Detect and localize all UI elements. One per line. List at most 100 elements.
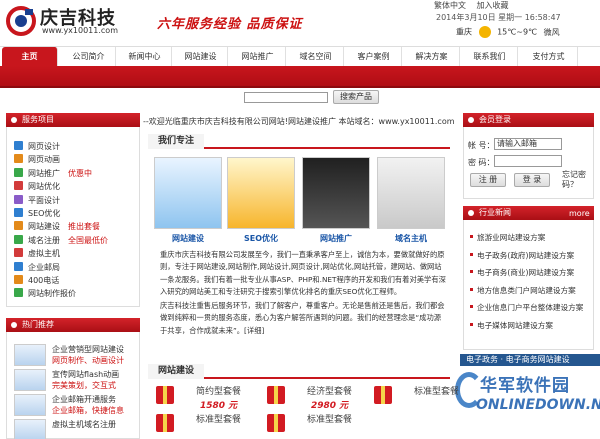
traditional-chinese-link[interactable]: 繁体中文 xyxy=(434,1,466,10)
bullet-icon xyxy=(468,210,474,216)
service-item[interactable]: 平面设计 xyxy=(14,194,60,207)
news-item[interactable]: 企业信息门户平台整体建设方案 xyxy=(470,302,583,313)
password-input[interactable] xyxy=(494,155,562,167)
search-input[interactable] xyxy=(244,92,328,103)
nav-item-8[interactable]: 解决方案 xyxy=(404,47,460,67)
nav-item-9[interactable]: 联系我们 xyxy=(462,47,518,67)
service-icon xyxy=(14,167,23,177)
nav-item-6[interactable]: 域名空间 xyxy=(288,47,344,67)
focus-header: 我们专注 xyxy=(148,134,450,149)
nav-item-4[interactable]: 网站建设 xyxy=(174,47,228,67)
hot-thumbnail[interactable] xyxy=(14,419,46,439)
login-button[interactable]: 登 录 xyxy=(514,173,550,187)
service-icon xyxy=(14,181,23,191)
focus-image[interactable] xyxy=(154,157,222,229)
hot-thumbnail[interactable] xyxy=(14,394,46,416)
nav-item-3[interactable]: 新闻中心 xyxy=(118,47,172,67)
focus-image[interactable] xyxy=(377,157,445,229)
hot-item-title[interactable]: 虚拟主机域名注册 xyxy=(52,419,116,430)
package-card[interactable]: 经济型套餐 2980 元 xyxy=(267,384,367,414)
service-item[interactable]: 网站推广 优惠中 xyxy=(14,167,92,180)
forgot-password-link[interactable]: 忘记密码？ xyxy=(562,170,590,190)
add-favorite-link[interactable]: 加入收藏 xyxy=(477,1,509,10)
main-nav: 主页 公司简介 新闻中心 网站建设 网站推广 域名空间 客户案例 解决方案 联系我们 支付方式 xyxy=(0,46,600,67)
service-label: 平面设计 xyxy=(28,195,60,205)
service-label: 网页设计 xyxy=(28,142,60,151)
nav-item-5[interactable]: 网站推广 xyxy=(230,47,286,67)
service-icon xyxy=(14,275,23,284)
page: 庆吉科技 www.yx10011.com 六年服务经验 品质保证 繁体中文 加入… xyxy=(0,0,600,439)
service-label: 网站制作报价 xyxy=(28,289,76,299)
service-icon xyxy=(14,221,23,231)
focus-caption[interactable]: 网站推广 xyxy=(302,233,370,244)
nav-item-7[interactable]: 客户案例 xyxy=(346,47,402,67)
package-card[interactable]: 标准型套餐 xyxy=(267,412,367,439)
hot-item-title[interactable]: 宣传网站flash动画 xyxy=(52,369,119,380)
service-label: 网站推广 xyxy=(28,168,60,178)
search-button[interactable]: 搜索产品 xyxy=(333,90,379,104)
hot-item-title[interactable]: 企业营销型网站建设 xyxy=(52,344,124,355)
focus-image[interactable] xyxy=(227,157,295,229)
focus-caption[interactable]: 域名主机 xyxy=(377,233,445,244)
gift-icon xyxy=(267,414,285,432)
news-item-label: 电子政务(政府)网站建设方案 xyxy=(477,250,575,260)
nav-item-10[interactable]: 支付方式 xyxy=(520,47,578,67)
password-label: 密 码： xyxy=(468,158,495,167)
news-item[interactable]: 电子媒体网站建设方案 xyxy=(470,320,553,331)
package-card[interactable]: 标准型套餐 xyxy=(374,384,474,414)
logo-url: www.yx10011.com xyxy=(42,26,118,35)
hot-item-sub: 企业邮箱，快捷信息 xyxy=(52,406,124,415)
nav-item-1[interactable]: 主页 xyxy=(2,47,58,67)
focus-caption[interactable]: SEO优化 xyxy=(227,233,295,244)
slogan: 六年服务经验 品质保证 xyxy=(157,17,303,32)
service-item[interactable]: 网站制作报价 xyxy=(14,288,76,300)
package-card[interactable]: 标准型套餐 xyxy=(156,412,256,439)
bullet-icon xyxy=(11,117,17,123)
bullet-icon xyxy=(470,252,473,256)
package-price: 1580 元 xyxy=(200,401,238,411)
news-more-link[interactable]: more xyxy=(569,209,590,218)
gift-icon xyxy=(156,414,174,432)
news-item[interactable]: 旅游业网站建设方案 xyxy=(470,232,545,243)
bullet-icon xyxy=(470,287,473,291)
service-item[interactable]: 企业邮局 xyxy=(14,261,60,274)
service-icon xyxy=(14,248,23,258)
package-name: 标准型套餐 xyxy=(196,415,242,425)
member-header: 会员登录 xyxy=(463,113,594,127)
focus-image[interactable] xyxy=(302,157,370,229)
hot-thumbnail[interactable] xyxy=(14,344,46,366)
service-item[interactable]: 虚拟主机 xyxy=(14,248,60,260)
hot-item-title[interactable]: 企业邮箱开通服务 xyxy=(52,394,116,405)
package-name: 简约型套餐 xyxy=(196,387,242,397)
services-header: 服务项目 xyxy=(6,113,140,127)
news-item-label: 旅游业网站建设方案 xyxy=(477,233,546,242)
service-icon xyxy=(14,141,23,150)
focus-title: 我们专注 xyxy=(148,134,205,149)
weather-temp: 15℃~9℃ xyxy=(497,27,538,37)
services-title: 服务项目 xyxy=(22,115,54,124)
weather-city: 重庆 xyxy=(456,27,472,37)
service-item[interactable]: 网页设计 xyxy=(14,141,60,153)
service-item[interactable]: 域名注册 全国最低价 xyxy=(14,234,108,247)
service-item[interactable]: SEO优化 xyxy=(14,208,60,220)
service-item[interactable]: 400电话 xyxy=(14,275,59,287)
news-item[interactable]: 电子政务(政府)网站建设方案 xyxy=(470,250,574,261)
service-item[interactable]: 网站优化 xyxy=(14,181,60,193)
notice-text: --欢迎光临重庆市庆吉科技有限公司网站!网站建设推广 本站域名：www.yx10… xyxy=(143,117,455,126)
focus-caption[interactable]: 网站建设 xyxy=(154,233,222,244)
logo-icon xyxy=(6,6,36,36)
hot-item-sub: 完美策划，交互式 xyxy=(52,381,116,390)
account-input[interactable]: 请输入邮箱 xyxy=(494,138,562,150)
service-item[interactable]: 网页动画 xyxy=(14,154,60,166)
news-item[interactable]: 地方信息类门户网站建设方案 xyxy=(470,285,576,296)
service-label: SEO优化 xyxy=(28,209,61,218)
service-label: 企业邮局 xyxy=(28,262,60,272)
banner-shade xyxy=(0,86,600,88)
news-item[interactable]: 电子商务(商业)网站建设方案 xyxy=(470,267,574,278)
bullet-icon xyxy=(470,270,473,273)
register-button[interactable]: 注 册 xyxy=(470,173,506,187)
hot-thumbnail[interactable] xyxy=(14,369,46,391)
service-item[interactable]: 网站建设 推出套餐 xyxy=(14,221,100,233)
package-card[interactable]: 简约型套餐 1580 元 xyxy=(156,384,256,414)
nav-item-2[interactable]: 公司简介 xyxy=(62,47,116,67)
